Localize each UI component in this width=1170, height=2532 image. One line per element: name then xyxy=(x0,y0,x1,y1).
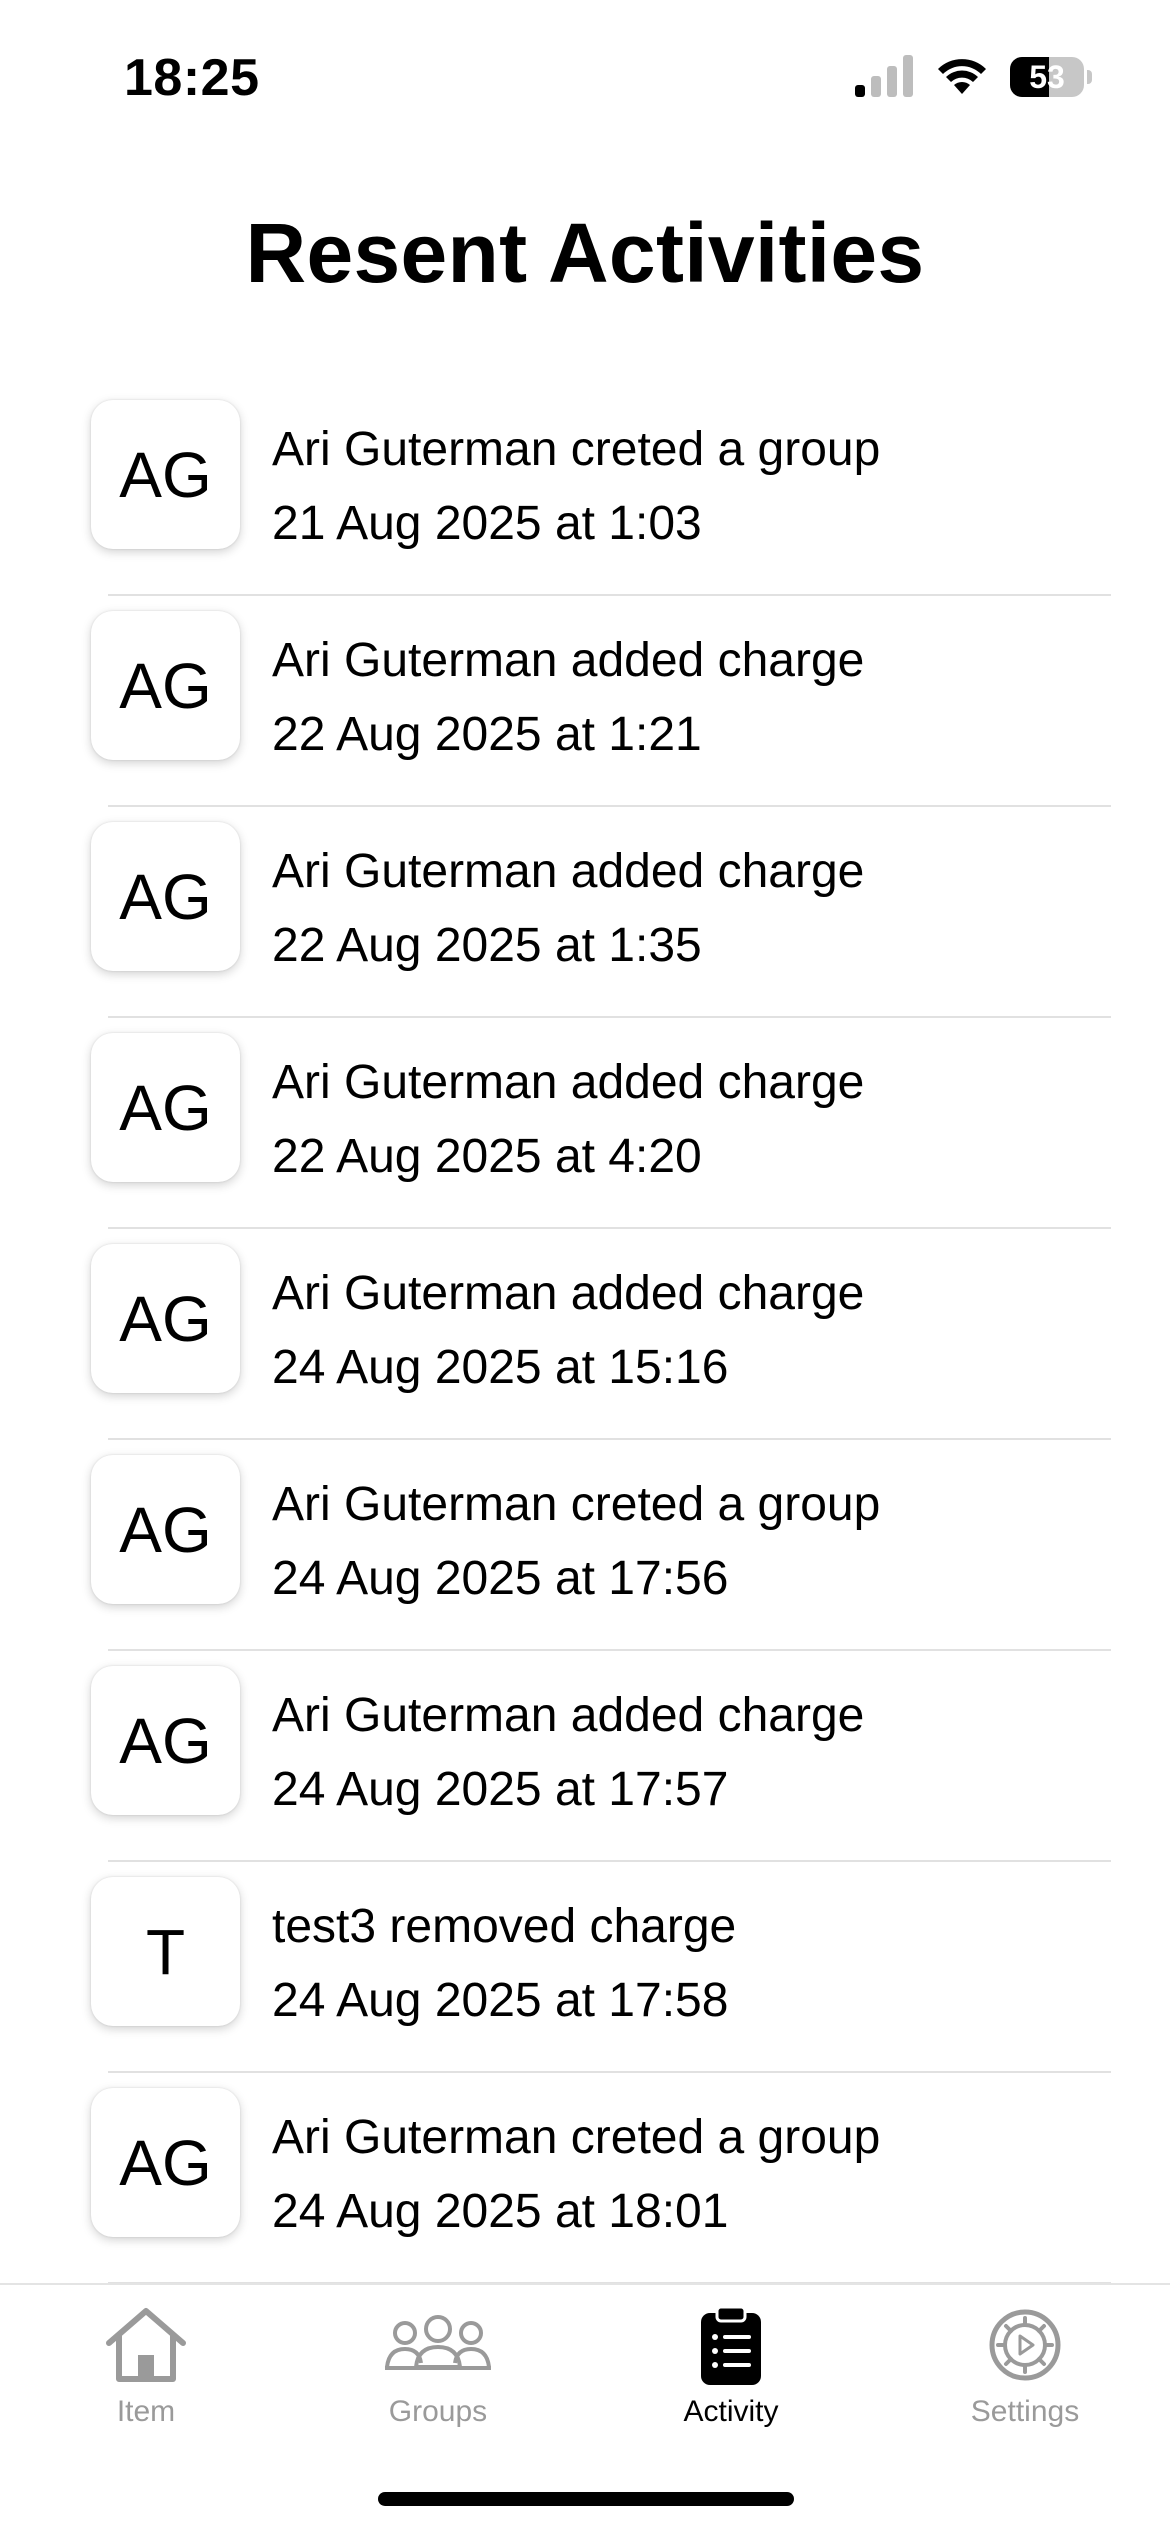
avatar: AG xyxy=(91,1244,240,1393)
activity-row[interactable]: AG Ari Guterman added charge 22 Aug 2025… xyxy=(0,1018,1170,1229)
battery-percentage: 53 xyxy=(1029,59,1065,95)
clipboard-list-icon xyxy=(701,2305,761,2385)
activity-description: Ari Guterman added charge xyxy=(272,634,865,687)
activity-row[interactable]: AG Ari Guterman creted a group 24 Aug 20… xyxy=(0,2073,1170,2284)
status-bar: 18:25 53 xyxy=(0,0,1170,150)
status-time: 18:25 xyxy=(124,49,260,107)
activity-description: Ari Guterman added charge xyxy=(272,845,865,898)
cellular-signal-icon xyxy=(855,55,913,97)
activity-timestamp: 21 Aug 2025 at 1:03 xyxy=(272,497,702,550)
activity-timestamp: 22 Aug 2025 at 1:21 xyxy=(272,708,702,761)
tab-label: Item xyxy=(116,2395,176,2428)
activity-list[interactable]: AG Ari Guterman creted a group 21 Aug 20… xyxy=(0,385,1170,2285)
activity-description: Ari Guterman creted a group xyxy=(272,1478,881,1531)
activity-timestamp: 24 Aug 2025 at 17:57 xyxy=(272,1763,729,1816)
activity-screen: 18:25 53 Resent Activities AG Ari Guterm… xyxy=(0,0,1170,2532)
activity-description: Ari Guterman added charge xyxy=(272,1267,865,1320)
home-indicator[interactable] xyxy=(378,2492,794,2506)
gear-icon xyxy=(989,2309,1061,2381)
tab-item[interactable]: Item xyxy=(26,2305,266,2455)
activity-timestamp: 24 Aug 2025 at 17:56 xyxy=(272,1552,729,1605)
avatar: AG xyxy=(91,400,240,549)
wifi-icon xyxy=(938,59,986,94)
people-icon xyxy=(385,2315,491,2370)
activity-description: Ari Guterman creted a group xyxy=(272,2111,881,2164)
activity-timestamp: 24 Aug 2025 at 15:16 xyxy=(272,1341,729,1394)
tab-settings[interactable]: Settings xyxy=(905,2305,1145,2455)
avatar: AG xyxy=(91,611,240,760)
tab-groups[interactable]: Groups xyxy=(318,2305,558,2455)
activity-timestamp: 24 Aug 2025 at 18:01 xyxy=(272,2185,729,2238)
activity-row[interactable]: AG Ari Guterman creted a group 21 Aug 20… xyxy=(0,385,1170,596)
activity-timestamp: 24 Aug 2025 at 17:58 xyxy=(272,1974,729,2027)
activity-description: Ari Guterman creted a group xyxy=(272,423,881,476)
tab-label: Settings xyxy=(970,2395,1080,2428)
house-icon xyxy=(106,2308,186,2382)
activity-timestamp: 22 Aug 2025 at 4:20 xyxy=(272,1130,702,1183)
activity-description: Ari Guterman added charge xyxy=(272,1056,865,1109)
activity-row[interactable]: T test3 removed charge 24 Aug 2025 at 17… xyxy=(0,1862,1170,2073)
activity-row[interactable]: AG Ari Guterman creted a group 24 Aug 20… xyxy=(0,1440,1170,1651)
avatar: T xyxy=(91,1877,240,2026)
activity-row[interactable]: AG Ari Guterman added charge 22 Aug 2025… xyxy=(0,596,1170,807)
page-title: Resent Activities xyxy=(245,206,925,300)
activity-row[interactable]: AG Ari Guterman added charge 22 Aug 2025… xyxy=(0,807,1170,1018)
avatar: AG xyxy=(91,2088,240,2237)
activity-description: test3 removed charge xyxy=(272,1900,737,1953)
avatar: AG xyxy=(91,1455,240,1604)
tab-label: Groups xyxy=(388,2395,488,2428)
avatar: AG xyxy=(91,1033,240,1182)
avatar: AG xyxy=(91,1666,240,1815)
avatar: AG xyxy=(91,822,240,971)
activity-timestamp: 22 Aug 2025 at 1:35 xyxy=(272,919,702,972)
activity-description: Ari Guterman added charge xyxy=(272,1689,865,1742)
activity-row[interactable]: AG Ari Guterman added charge 24 Aug 2025… xyxy=(0,1651,1170,1862)
battery-icon: 53 xyxy=(1010,57,1092,97)
tab-activity[interactable]: Activity xyxy=(611,2305,851,2455)
tab-label: Activity xyxy=(683,2395,779,2428)
activity-row[interactable]: AG Ari Guterman added charge 24 Aug 2025… xyxy=(0,1229,1170,1440)
